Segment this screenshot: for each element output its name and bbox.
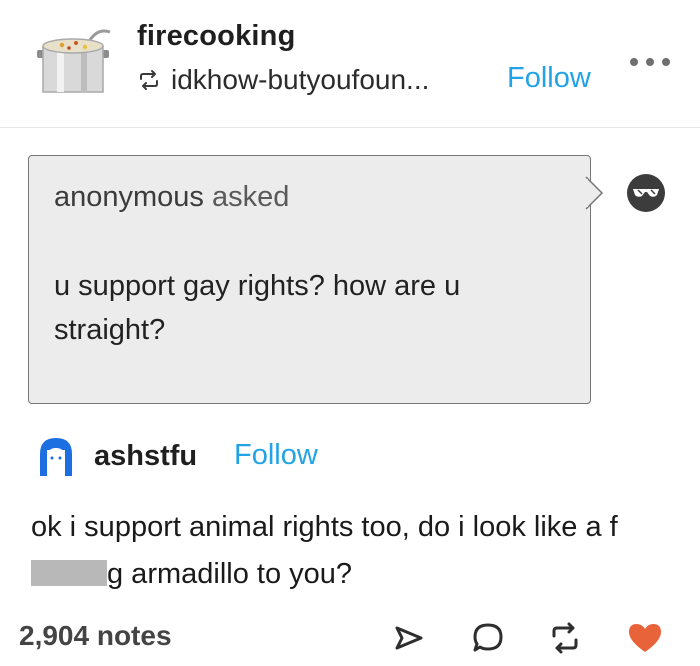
more-options-icon[interactable] — [630, 54, 670, 70]
answer-follow-button[interactable]: Follow — [234, 439, 318, 472]
censor-bar — [31, 560, 107, 586]
reblog-icon — [140, 70, 158, 90]
reply-icon[interactable] — [468, 618, 508, 658]
ask-attribution: anonymous asked — [54, 181, 289, 214]
ask-bubble-pointer — [585, 176, 604, 210]
cooking-pot-icon[interactable] — [32, 26, 114, 96]
sunglasses-face-icon — [627, 174, 665, 212]
reblogged-from: idkhow-butyoufoun... — [137, 62, 429, 98]
follow-button[interactable]: Follow — [507, 62, 591, 95]
dot — [662, 58, 670, 66]
answer-blog-name[interactable]: ashstfu — [94, 440, 197, 473]
answer-text: ok i support animal rights too, do i loo… — [31, 504, 671, 598]
notes-count[interactable]: 2,904 notes — [19, 620, 172, 652]
share-icon[interactable] — [388, 618, 428, 658]
blog-name[interactable]: firecooking — [137, 20, 296, 53]
heart-icon[interactable] — [625, 618, 665, 658]
dot — [630, 58, 638, 66]
reblog-source-link[interactable]: idkhow-butyoufoun... — [171, 64, 429, 96]
answer-text-start: ok i support animal rights too, do i loo… — [31, 511, 618, 543]
reblog-icon[interactable] — [545, 618, 585, 658]
dot — [646, 58, 654, 66]
answer-text-end: g armadillo to you? — [107, 558, 353, 590]
asked-label: asked — [212, 181, 290, 213]
post-header: firecooking idkhow-butyoufoun... Follow — [0, 0, 700, 128]
asker-name: anonymous — [54, 181, 204, 213]
ask-question: u support gay rights? how are u straight… — [54, 270, 461, 346]
post-footer: 2,904 notes — [0, 610, 700, 666]
hooded-figure-icon[interactable] — [36, 436, 76, 476]
answer-attribution: ashstfu — [36, 436, 197, 476]
